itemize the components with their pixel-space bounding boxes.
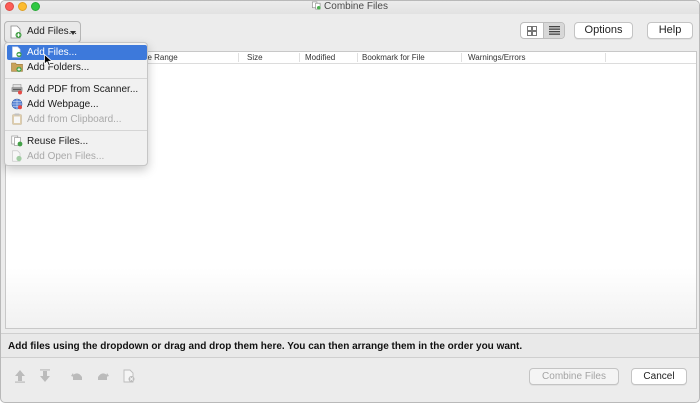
column-header-bookmark[interactable]: Bookmark for File — [362, 53, 425, 63]
status-message: Add files using the dropdown or drag and… — [8, 341, 523, 352]
menu-separator — [5, 130, 147, 131]
undo-icon[interactable] — [70, 369, 84, 383]
window-title: Combine Files — [324, 1, 388, 12]
combine-files-icon — [312, 1, 321, 10]
combine-files-button[interactable]: Combine Files — [529, 368, 619, 385]
add-file-icon — [12, 46, 22, 58]
menu-item-add-pdf-from-scanner[interactable]: Add PDF from Scanner... — [7, 82, 147, 97]
column-header-warnings[interactable]: Warnings/Errors — [468, 53, 526, 63]
globe-icon — [11, 98, 23, 110]
menu-item-label: Add Open Files... — [27, 151, 105, 162]
menu-item-label: Add from Clipboard... — [27, 114, 122, 125]
list-view-icon — [549, 26, 560, 35]
add-files-menu: Add Files... Add Folders... Add PDF from… — [4, 42, 148, 166]
thumbnail-view-button[interactable] — [521, 23, 543, 38]
combine-files-window: Combine Files Add Files... Options Help … — [0, 0, 700, 403]
move-down-icon[interactable] — [38, 369, 52, 383]
menu-item-label: Add Webpage... — [27, 99, 99, 110]
open-files-icon — [12, 150, 22, 162]
reuse-files-icon — [11, 135, 23, 147]
status-bar: Add files using the dropdown or drag and… — [1, 333, 699, 358]
column-divider — [238, 53, 239, 62]
mouse-cursor-icon — [44, 54, 53, 67]
menu-item-label: Add Folders... — [27, 62, 90, 73]
add-file-icon — [10, 25, 22, 39]
grid-view-icon — [527, 25, 537, 36]
menu-item-add-open-files[interactable]: Add Open Files... — [7, 149, 147, 164]
menu-item-label: Add PDF from Scanner... — [27, 84, 139, 95]
add-files-dropdown-button[interactable]: Add Files... — [4, 21, 81, 43]
menu-item-add-from-clipboard[interactable]: Add from Clipboard... — [7, 112, 147, 127]
remove-file-icon[interactable] — [122, 369, 136, 383]
menu-item-add-files[interactable]: Add Files... — [7, 45, 147, 60]
redo-icon[interactable] — [96, 369, 110, 383]
view-mode-toggle — [520, 22, 565, 39]
window-title-area: Combine Files — [1, 1, 699, 13]
menu-item-reuse-files[interactable]: Reuse Files... — [7, 134, 147, 149]
clipboard-icon — [12, 113, 22, 125]
help-button[interactable]: Help — [647, 22, 693, 39]
menu-item-add-folders[interactable]: Add Folders... — [7, 60, 147, 75]
options-button[interactable]: Options — [574, 22, 633, 39]
menu-item-add-webpage[interactable]: Add Webpage... — [7, 97, 147, 112]
column-header-page-range[interactable]: ge Range — [143, 53, 178, 63]
scanner-icon — [11, 84, 23, 95]
column-header-modified[interactable]: Modified — [305, 53, 335, 63]
column-header-size[interactable]: Size — [247, 53, 263, 63]
add-folder-icon — [11, 62, 23, 72]
menu-separator — [5, 78, 147, 79]
column-divider — [605, 53, 606, 62]
column-divider — [299, 53, 300, 62]
column-divider — [357, 53, 358, 62]
list-view-button[interactable] — [543, 23, 564, 38]
menu-item-label: Reuse Files... — [27, 136, 89, 147]
move-up-icon[interactable] — [13, 369, 27, 383]
column-divider — [461, 53, 462, 62]
title-bar: Combine Files — [1, 1, 699, 14]
cancel-button[interactable]: Cancel — [631, 368, 687, 385]
chevron-down-icon — [70, 31, 76, 35]
table-background — [6, 268, 696, 328]
